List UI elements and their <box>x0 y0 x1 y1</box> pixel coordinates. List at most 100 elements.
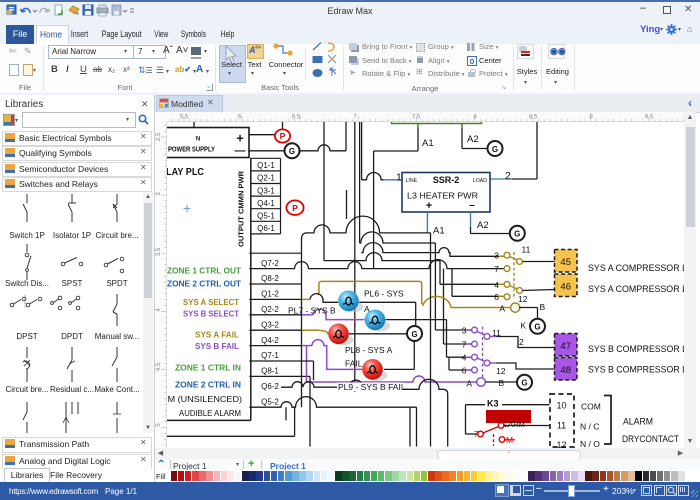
svg-text:Page Layout: Page Layout <box>102 29 142 39</box>
svg-text:Make Cont...: Make Cont... <box>94 385 139 394</box>
svg-text:G: G <box>492 145 498 154</box>
svg-text:+: + <box>426 200 432 212</box>
svg-text:K: K <box>520 321 526 331</box>
svg-text:LOAD: LOAD <box>473 178 487 184</box>
svg-text:LINE: LINE <box>406 178 418 184</box>
svg-text:11: 11 <box>492 328 501 338</box>
svg-text:10: 10 <box>556 401 566 411</box>
svg-text:7: 7 <box>474 429 479 439</box>
svg-text:12: 12 <box>518 294 528 304</box>
svg-text:A: A <box>499 304 505 314</box>
svg-text:Q2-2: Q2-2 <box>261 305 279 314</box>
svg-text:FAIL: FAIL <box>345 359 363 369</box>
svg-text:AUDIBLE ALARM: AUDIBLE ALARM <box>179 408 241 418</box>
svg-text:Q7-2: Q7-2 <box>261 259 279 268</box>
svg-text:G: G <box>534 323 540 332</box>
svg-text:View: View <box>154 29 168 39</box>
svg-text:6.5: 6.5 <box>292 115 301 121</box>
svg-text:Q6-1: Q6-1 <box>257 224 275 233</box>
svg-text:Q3-1: Q3-1 <box>257 186 275 195</box>
svg-text:Q1-1: Q1-1 <box>257 161 275 170</box>
svg-text:7: 7 <box>494 264 499 274</box>
svg-text:45: 45 <box>560 257 571 268</box>
svg-text:3: 3 <box>494 251 499 261</box>
svg-text:A: A <box>466 379 472 389</box>
svg-text:Switch 1P: Switch 1P <box>9 231 45 240</box>
svg-text:5.5: 5.5 <box>180 115 189 121</box>
svg-text:G: G <box>521 379 527 388</box>
svg-text:A1: A1 <box>422 138 434 149</box>
svg-text:K3: K3 <box>487 399 499 409</box>
svg-text:Manual sw...: Manual sw... <box>95 332 139 341</box>
svg-text:1: 1 <box>396 172 402 184</box>
svg-text:11: 11 <box>522 245 531 255</box>
svg-text:PL8 - SYS A: PL8 - SYS A <box>345 345 393 355</box>
svg-text:Symbols: Symbols <box>181 29 206 39</box>
svg-text:Insert: Insert <box>71 29 89 39</box>
svg-text:ZONE 2 CTRL OUT: ZONE 2 CTRL OUT <box>167 279 242 289</box>
svg-text:Residual c...: Residual c... <box>50 385 94 394</box>
svg-text:SYS B COMPRESSOR L: SYS B COMPRESSOR L <box>588 365 687 376</box>
svg-text:LAY PLC: LAY PLC <box>166 166 204 178</box>
svg-text:2: 2 <box>505 170 511 182</box>
svg-text:P: P <box>280 131 286 141</box>
svg-text:8.5: 8.5 <box>529 115 538 121</box>
svg-text:Q5-1: Q5-1 <box>257 212 275 221</box>
svg-text:47: 47 <box>560 341 571 352</box>
svg-text:G: G <box>289 147 295 156</box>
svg-text:B: B <box>540 302 546 312</box>
svg-text:48: 48 <box>560 365 571 376</box>
svg-text:N: N <box>196 137 200 143</box>
svg-text:Q4-2: Q4-2 <box>261 336 279 345</box>
svg-text:COM: COM <box>581 402 601 412</box>
svg-text:2.5: 2.5 <box>156 132 162 141</box>
svg-text:B: B <box>499 378 505 388</box>
svg-text:Q4-1: Q4-1 <box>257 199 275 208</box>
svg-text:OUTPUT CMMN PWR: OUTPUT CMMN PWR <box>237 170 246 247</box>
svg-text:ALARM: ALARM <box>623 417 653 428</box>
svg-text:12: 12 <box>496 366 506 376</box>
svg-text:Q8-1: Q8-1 <box>261 367 279 376</box>
svg-text:G: G <box>411 330 417 339</box>
svg-text:Q6-2: Q6-2 <box>261 382 279 391</box>
svg-text:Circuit bre...: Circuit bre... <box>95 231 138 240</box>
svg-text:+: + <box>236 131 244 146</box>
svg-text:7: 7 <box>462 339 467 349</box>
svg-text:Q1-2: Q1-2 <box>261 290 279 299</box>
svg-text:Q8-2: Q8-2 <box>261 274 279 283</box>
svg-text:PL6 - SYS: PL6 - SYS <box>364 289 404 299</box>
svg-text:4.5: 4.5 <box>156 362 162 371</box>
svg-text:SYS B COMPRESSOR L: SYS B COMPRESSOR L <box>588 344 687 355</box>
svg-text:P: P <box>292 203 298 213</box>
svg-text:DPDT: DPDT <box>61 332 83 341</box>
svg-text:Circuit bre...: Circuit bre... <box>5 385 48 394</box>
svg-text:SYS B FAIL: SYS B FAIL <box>195 341 239 351</box>
svg-text:Isolator 1P: Isolator 1P <box>53 231 91 240</box>
svg-text:A: A <box>364 304 370 314</box>
svg-text:11: 11 <box>557 421 566 431</box>
svg-text:SYS A SELECT: SYS A SELECT <box>183 297 240 307</box>
svg-text:L3 HEATER PWR: L3 HEATER PWR <box>407 191 478 201</box>
svg-text:6: 6 <box>494 292 499 302</box>
svg-text:9.5: 9.5 <box>645 115 654 121</box>
svg-text:—: — <box>235 145 246 157</box>
svg-text:SPDT: SPDT <box>106 279 127 288</box>
svg-text:SSR-2: SSR-2 <box>433 175 460 185</box>
svg-text:Switch Dis...: Switch Dis... <box>5 279 49 288</box>
svg-text:Q5-2: Q5-2 <box>261 397 279 406</box>
svg-text:ZONE 1 CTRL OUT: ZONE 1 CTRL OUT <box>167 266 242 276</box>
svg-text:ARM (UNSILENCED): ARM (UNSILENCED) <box>155 394 242 404</box>
svg-text:SYS B SELECT: SYS B SELECT <box>183 309 240 319</box>
svg-text:Help: Help <box>221 29 235 39</box>
svg-text:4: 4 <box>494 280 499 290</box>
svg-text:7.5: 7.5 <box>412 115 421 121</box>
svg-text:A2: A2 <box>477 220 489 231</box>
svg-text:DRYCONTACT: DRYCONTACT <box>622 434 679 445</box>
svg-text:G: G <box>514 230 520 239</box>
svg-text:46: 46 <box>560 281 571 292</box>
svg-text:6: 6 <box>462 365 467 375</box>
svg-text:PL9 - SYS B FAIL: PL9 - SYS B FAIL <box>338 382 406 392</box>
svg-text:–: – <box>469 200 475 211</box>
svg-text:DPST: DPST <box>16 332 37 341</box>
svg-text:SYS A COMPRESSOR L: SYS A COMPRESSOR L <box>588 263 687 274</box>
